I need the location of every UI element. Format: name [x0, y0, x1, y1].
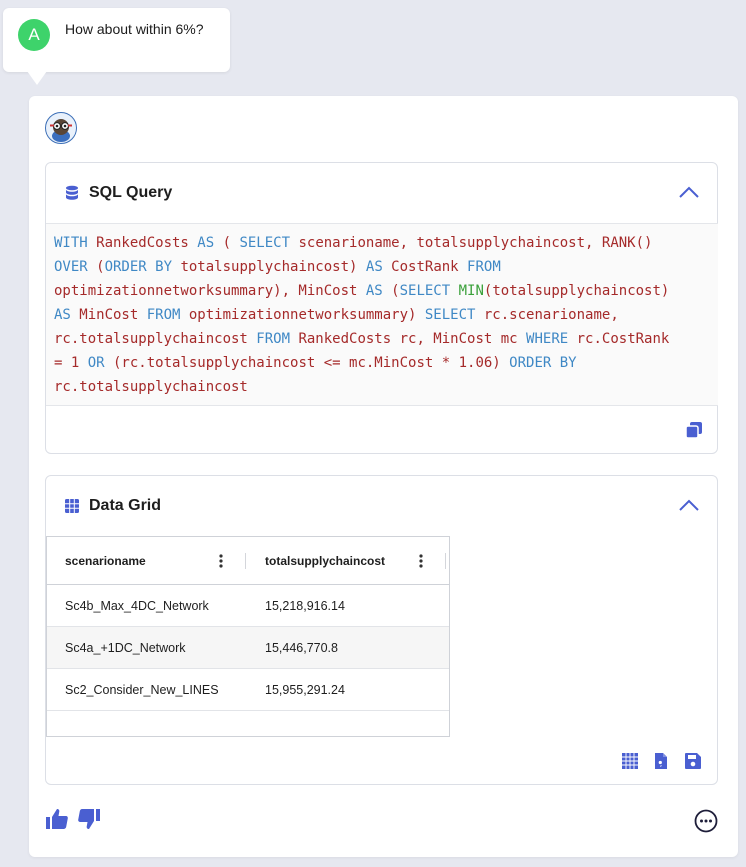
chevron-up-icon[interactable] [677, 496, 701, 514]
cell-scenarioname: Sc4b_Max_4DC_Network [65, 599, 209, 613]
sql-line: optimizationnetworksummary), MinCost AS … [54, 283, 670, 299]
thumbs-down-icon[interactable] [77, 808, 101, 830]
column-menu-icon[interactable] [217, 553, 225, 569]
table-row[interactable]: Sc2_Consider_New_LINES 15,955,291.24 [47, 669, 449, 711]
cell-scenarioname: Sc4a_+1DC_Network [65, 641, 186, 655]
sql-line: = 1 OR (rc.totalsupplychaincost <= mc.Mi… [54, 355, 577, 371]
export-file-icon[interactable]: , [652, 752, 670, 770]
table-row[interactable]: Sc4a_+1DC_Network 15,446,770.8 [47, 627, 449, 669]
sql-panel-title: SQL Query [89, 184, 173, 201]
bot-avatar-icon [45, 112, 77, 144]
chevron-up-icon[interactable] [677, 183, 701, 201]
grid-header-row: scenarioname totalsupplychaincost [47, 537, 449, 585]
data-grid-panel: Data Grid scenarioname totalsupplychainc… [45, 475, 718, 785]
column-separator[interactable] [245, 553, 246, 569]
sql-line: WITH RankedCosts AS ( SELECT scenarionam… [54, 235, 653, 251]
table-row[interactable]: Sc4b_Max_4DC_Network 15,218,916.14 [47, 585, 449, 627]
user-message-text: How about within 6%? [65, 21, 204, 37]
grid-panel-header[interactable]: Data Grid [46, 476, 717, 536]
cell-totalsupplychaincost: 15,446,770.8 [265, 641, 338, 655]
copy-icon[interactable] [685, 421, 703, 439]
cell-totalsupplychaincost: 15,218,916.14 [265, 599, 345, 613]
column-header-scenarioname[interactable]: scenarioname [65, 554, 146, 568]
sql-code-block[interactable]: WITH RankedCosts AS ( SELECT scenarionam… [46, 223, 718, 406]
grid-panel-title: Data Grid [89, 497, 162, 514]
database-icon [66, 185, 78, 200]
sql-panel-header[interactable]: SQL Query [46, 163, 717, 223]
table-view-icon[interactable] [621, 752, 639, 770]
thumbs-up-icon[interactable] [45, 808, 69, 830]
grid-icon [65, 499, 79, 513]
sql-query-panel: SQL Query WITH RankedCosts AS ( SELECT s… [45, 162, 718, 454]
sql-line: rc.totalsupplychaincost FROM RankedCosts… [54, 331, 670, 347]
column-menu-icon[interactable] [417, 553, 425, 569]
cell-totalsupplychaincost: 15,955,291.24 [265, 683, 345, 697]
user-avatar: A [18, 19, 50, 51]
column-separator[interactable] [445, 553, 446, 569]
cell-scenarioname: Sc2_Consider_New_LINES [65, 683, 219, 697]
column-header-totalsupplychaincost[interactable]: totalsupplychaincost [265, 554, 385, 568]
assistant-response-card: SQL Query WITH RankedCosts AS ( SELECT s… [29, 96, 738, 857]
save-icon[interactable] [684, 752, 702, 770]
bubble-tail [27, 71, 47, 85]
sql-line: rc.totalsupplychaincost [54, 379, 248, 395]
sql-line: OVER (ORDER BY totalsupplychaincost) AS … [54, 259, 501, 275]
data-grid-table: scenarioname totalsupplychaincost Sc4b_M… [46, 536, 450, 737]
more-options-icon[interactable] [694, 809, 718, 833]
sql-line: AS MinCost FROM optimizationnetworksumma… [54, 307, 619, 323]
